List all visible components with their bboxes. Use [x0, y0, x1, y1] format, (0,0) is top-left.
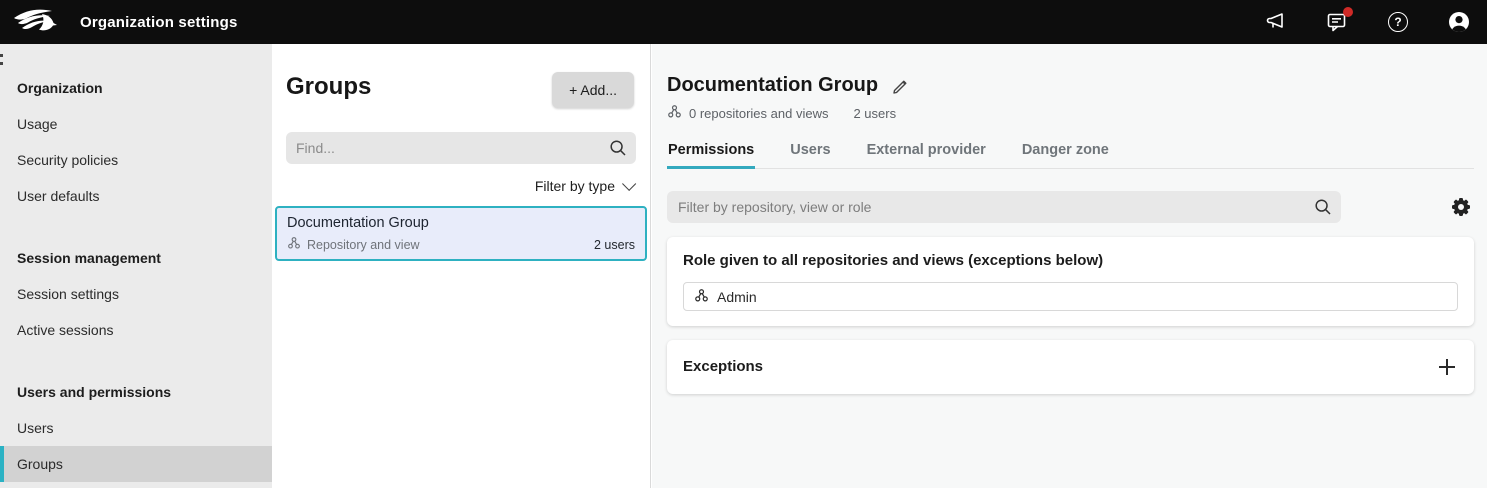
groups-panel-title: Groups [286, 72, 371, 102]
sidebar-header-session-management: Session management [0, 240, 272, 276]
user-avatar-icon[interactable] [1447, 10, 1471, 34]
add-exception-icon[interactable] [1439, 359, 1455, 375]
users-summary: 2 users [853, 106, 896, 121]
tab-permissions[interactable]: Permissions [667, 142, 755, 168]
edit-name-icon[interactable] [891, 76, 909, 94]
detail-tabs: Permissions Users External provider Dang… [667, 142, 1474, 169]
app-window: Organization settings ? [0, 0, 1487, 488]
crowdstrike-falcon-logo-icon[interactable] [12, 6, 58, 38]
settings-sidebar: Organization Usage Security policies Use… [0, 44, 272, 488]
search-icon [609, 139, 627, 162]
filter-permissions-input[interactable] [667, 191, 1341, 223]
tab-danger-zone[interactable]: Danger zone [1021, 142, 1110, 168]
sidebar-item-usage[interactable]: Usage [0, 106, 272, 142]
add-group-button[interactable]: + Add... [552, 72, 634, 108]
sidebar-item-security-policies[interactable]: Security policies [0, 142, 272, 178]
exceptions-card-title: Exceptions [683, 357, 763, 377]
role-card-title: Role given to all repositories and views… [683, 251, 1458, 271]
sidebar-item-active-sessions[interactable]: Active sessions [0, 312, 272, 348]
filter-by-type-dropdown[interactable]: Filter by type [272, 178, 650, 194]
group-type-label: Repository and view [307, 238, 420, 252]
search-icon [1314, 198, 1332, 221]
group-name: Documentation Group [287, 213, 635, 234]
tab-external-provider[interactable]: External provider [866, 142, 987, 168]
group-detail-panel: Documentation Group 0 repositories and v… [652, 44, 1487, 488]
sidebar-item-users[interactable]: Users [0, 410, 272, 446]
group-detail-title: Documentation Group [667, 72, 878, 98]
role-name: Admin [717, 289, 757, 305]
feedback-icon[interactable] [1325, 10, 1349, 34]
repositories-views-icon [667, 104, 682, 122]
sidebar-item-session-settings[interactable]: Session settings [0, 276, 272, 312]
role-selector[interactable]: Admin [683, 282, 1458, 311]
sidebar-item-user-defaults[interactable]: User defaults [0, 178, 272, 214]
sidebar-header-users-and-permissions: Users and permissions [0, 374, 272, 410]
group-type-icon [287, 236, 301, 253]
group-users-count: 2 users [594, 238, 635, 252]
repositories-summary: 0 repositories and views [689, 106, 828, 121]
groups-panel: Groups + Add... Filter by type Documenta… [272, 44, 651, 488]
exceptions-card: Exceptions [667, 340, 1474, 394]
sidebar-header-organization: Organization [0, 70, 272, 106]
topbar: Organization settings ? [0, 0, 1487, 44]
tab-users[interactable]: Users [789, 142, 831, 168]
group-list-item-selected[interactable]: Documentation Group Repository and view … [275, 206, 647, 261]
topbar-actions: ? [1264, 10, 1487, 34]
page-title: Organization settings [80, 14, 238, 31]
notification-badge [1343, 7, 1353, 17]
sidebar-scrollbar [0, 54, 3, 70]
gear-icon[interactable] [1451, 197, 1471, 217]
find-group-input[interactable] [286, 132, 636, 164]
role-card: Role given to all repositories and views… [667, 237, 1474, 326]
help-icon[interactable]: ? [1386, 10, 1410, 34]
sidebar-item-groups[interactable]: Groups [0, 446, 272, 482]
group-list: Documentation Group Repository and view … [272, 206, 650, 261]
megaphone-icon[interactable] [1264, 10, 1288, 34]
filter-by-type-label: Filter by type [535, 178, 615, 194]
role-icon [694, 288, 709, 306]
chevron-down-icon [622, 177, 636, 191]
